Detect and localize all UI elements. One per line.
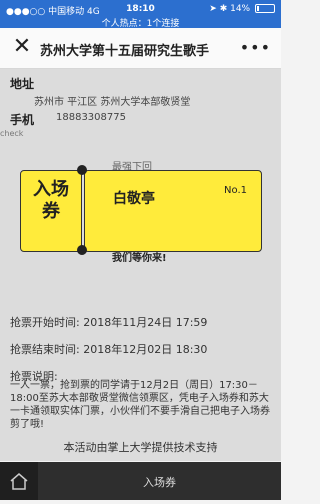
start-time-label: 抢票开始时间: [10, 316, 80, 329]
status-bar: ●●●○○ 中国移动 4G 18:10 ➤ ✱ 14% 个人热点：1个连接 [0, 0, 281, 29]
ticket-note: 一人一票，抢到票的同学请于12月2日（周日）17:30－18:00至苏大本部敬贤… [10, 380, 270, 430]
end-time-value: 2018年12月02日 18:30 [83, 343, 208, 356]
ticket-stub[interactable]: 入场券 [20, 170, 82, 252]
ticket-main[interactable]: 白敬亭 No.1 [84, 170, 262, 252]
tab-bar: 入场券 [0, 462, 281, 500]
start-time-row: 抢票开始时间: 2018年11月24日 17:59 [10, 314, 207, 330]
more-dots-icon[interactable]: ••• [240, 38, 271, 57]
tab-ticket[interactable]: 入场券 [38, 474, 281, 490]
address-value: 苏州市 平江区 苏州大学本部敬贤堂 [34, 97, 191, 108]
ticket-venue: 白敬亭 [113, 191, 155, 207]
phone-value[interactable]: 18883308775 [56, 112, 126, 123]
address-row: 地址 苏州市 平江区 苏州大学本部敬贤堂 [10, 75, 190, 108]
end-time-label: 抢票结束时间: [10, 343, 80, 356]
phone-row: 手机 18883308775 [10, 111, 126, 128]
tech-support-text: 本活动由掌上大学提供技术支持 [63, 441, 218, 454]
phone-label: 手机 [10, 113, 35, 127]
status-right: ➤ ✱ 14% [209, 4, 275, 14]
nav-bar: ✕ 苏州大学第十五届研究生歌手 ••• [0, 28, 281, 69]
home-icon[interactable] [0, 462, 38, 500]
address-label: 地址 [10, 77, 35, 91]
ticket-behind-bottom: 我们等你来! [112, 253, 167, 264]
ticket-notch-bottom [77, 245, 87, 255]
ticket-number: No.1 [224, 185, 247, 196]
ticket-stub-text: 入场券 [33, 179, 69, 222]
end-time-row: 抢票结束时间: 2018年12月02日 18:30 [10, 341, 207, 357]
ticket-notch-top [77, 165, 87, 175]
location-icon: ➤ [209, 4, 217, 14]
main-content: 地址 苏州市 平江区 苏州大学本部敬贤堂 手机 18883308775 chec… [0, 69, 281, 461]
close-icon[interactable]: ✕ [10, 35, 34, 59]
start-time-value: 2018年11月24日 17:59 [83, 316, 208, 329]
bluetooth-icon: ✱ [219, 4, 228, 14]
battery-icon [255, 4, 275, 13]
ticket-area: 最强下回 入场券 白敬亭 No.1 我们等你来! [0, 149, 281, 269]
battery-percent: 14% [230, 4, 251, 14]
check-text: check [0, 129, 24, 138]
page-title: 苏州大学第十五届研究生歌手 [40, 44, 210, 59]
